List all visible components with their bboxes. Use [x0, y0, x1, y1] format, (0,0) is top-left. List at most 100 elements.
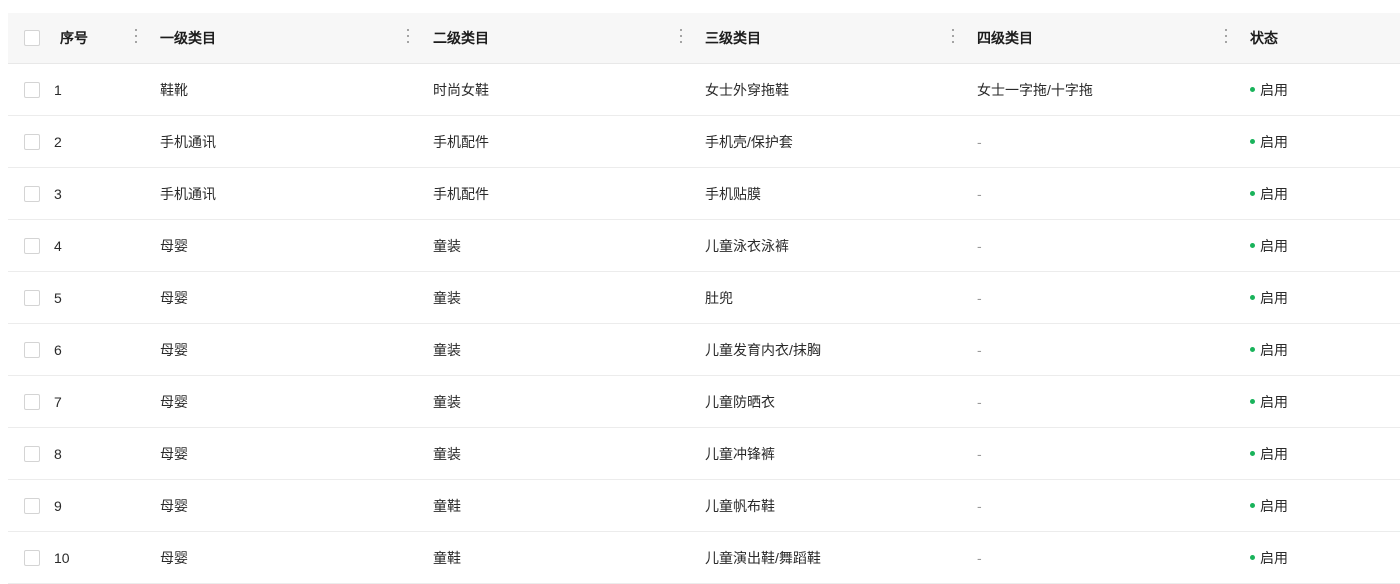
row-index: 2: [54, 133, 62, 150]
row-select-checkbox[interactable]: [24, 289, 40, 306]
column-resize-handle-icon[interactable]: [134, 29, 138, 43]
row-select-checkbox[interactable]: [24, 237, 40, 254]
status-dot-icon: [1250, 451, 1255, 456]
row-level1: 母婴: [160, 289, 188, 306]
status-dot-icon: [1250, 139, 1255, 144]
status-badge: 启用: [1250, 116, 1288, 167]
row-index: 8: [54, 445, 62, 462]
row-level4: -: [977, 393, 982, 410]
row-select-checkbox[interactable]: [24, 133, 40, 150]
status-label: 启用: [1260, 185, 1288, 202]
row-level2: 童装: [433, 341, 461, 358]
row-level1: 手机通讯: [160, 185, 216, 202]
table-row[interactable]: 8 母婴 童装 儿童冲锋裤 - 启用: [8, 428, 1400, 480]
row-level3: 儿童发育内衣/抹胸: [705, 341, 821, 358]
status-label: 启用: [1260, 133, 1288, 150]
row-level2: 童鞋: [433, 497, 461, 514]
row-level1: 母婴: [160, 497, 188, 514]
select-all-checkbox[interactable]: [24, 30, 40, 46]
row-level3: 儿童冲锋裤: [705, 445, 775, 462]
column-resize-handle-icon[interactable]: [1224, 29, 1228, 43]
table-row[interactable]: 9 母婴 童鞋 儿童帆布鞋 - 启用: [8, 480, 1400, 532]
row-level3: 肚兜: [705, 289, 733, 306]
table-row[interactable]: 5 母婴 童装 肚兜 - 启用: [8, 272, 1400, 324]
row-level3: 儿童防晒衣: [705, 393, 775, 410]
row-select-checkbox[interactable]: [24, 549, 40, 566]
row-index: 9: [54, 497, 62, 514]
row-level4: -: [977, 133, 982, 150]
row-level4: -: [977, 237, 982, 254]
column-resize-handle-icon[interactable]: [951, 29, 955, 43]
row-level1: 手机通讯: [160, 133, 216, 150]
row-level4: 女士一字拖/十字拖: [977, 81, 1093, 98]
row-select-checkbox[interactable]: [24, 185, 40, 202]
row-select-checkbox[interactable]: [24, 445, 40, 462]
row-level4: -: [977, 445, 982, 462]
status-dot-icon: [1250, 503, 1255, 508]
table-row[interactable]: 3 手机通讯 手机配件 手机贴膜 - 启用: [8, 168, 1400, 220]
status-dot-icon: [1250, 347, 1255, 352]
row-level1: 母婴: [160, 341, 188, 358]
status-dot-icon: [1250, 87, 1255, 92]
row-level1: 母婴: [160, 393, 188, 410]
table-row[interactable]: 4 母婴 童装 儿童泳衣泳裤 - 启用: [8, 220, 1400, 272]
table-row[interactable]: 10 母婴 童鞋 儿童演出鞋/舞蹈鞋 - 启用: [8, 532, 1400, 584]
category-table: 序号 一级类目 二级类目 三级类目 四级类目 状态 1 鞋靴 时尚女鞋 女士外穿拖鞋 女…: [8, 13, 1400, 584]
row-level2: 手机配件: [433, 133, 489, 150]
header-level1: 一级类目: [160, 30, 216, 46]
status-badge: 启用: [1250, 272, 1288, 323]
row-level3: 儿童泳衣泳裤: [705, 237, 789, 254]
row-level2: 童装: [433, 393, 461, 410]
header-status: 状态: [1250, 30, 1278, 46]
row-level4: -: [977, 341, 982, 358]
status-badge: 启用: [1250, 428, 1288, 479]
table-header: 序号 一级类目 二级类目 三级类目 四级类目 状态: [8, 13, 1400, 64]
row-level1: 母婴: [160, 237, 188, 254]
status-label: 启用: [1260, 445, 1288, 462]
row-index: 5: [54, 289, 62, 306]
row-level1: 母婴: [160, 549, 188, 566]
row-level2: 时尚女鞋: [433, 81, 489, 98]
table-row[interactable]: 6 母婴 童装 儿童发育内衣/抹胸 - 启用: [8, 324, 1400, 376]
column-resize-handle-icon[interactable]: [406, 29, 410, 43]
status-dot-icon: [1250, 399, 1255, 404]
row-level2: 童装: [433, 237, 461, 254]
header-level3: 三级类目: [705, 30, 761, 46]
row-index: 10: [54, 549, 70, 566]
status-badge: 启用: [1250, 220, 1288, 271]
row-index: 1: [54, 81, 62, 98]
table-row[interactable]: 7 母婴 童装 儿童防晒衣 - 启用: [8, 376, 1400, 428]
row-level4: -: [977, 497, 982, 514]
row-level2: 童鞋: [433, 549, 461, 566]
row-level3: 儿童演出鞋/舞蹈鞋: [705, 549, 821, 566]
header-level2: 二级类目: [433, 30, 489, 46]
row-index: 3: [54, 185, 62, 202]
status-label: 启用: [1260, 393, 1288, 410]
status-badge: 启用: [1250, 480, 1288, 531]
row-index: 4: [54, 237, 62, 254]
table-row[interactable]: 1 鞋靴 时尚女鞋 女士外穿拖鞋 女士一字拖/十字拖 启用: [8, 64, 1400, 116]
status-badge: 启用: [1250, 168, 1288, 219]
status-badge: 启用: [1250, 324, 1288, 375]
row-select-checkbox[interactable]: [24, 393, 40, 410]
row-index: 6: [54, 341, 62, 358]
row-select-checkbox[interactable]: [24, 497, 40, 514]
row-select-checkbox[interactable]: [24, 81, 40, 98]
row-level2: 手机配件: [433, 185, 489, 202]
status-label: 启用: [1260, 289, 1288, 306]
table-row[interactable]: 2 手机通讯 手机配件 手机壳/保护套 - 启用: [8, 116, 1400, 168]
row-level3: 手机贴膜: [705, 185, 761, 202]
row-level2: 童装: [433, 445, 461, 462]
status-dot-icon: [1250, 191, 1255, 196]
row-level2: 童装: [433, 289, 461, 306]
status-label: 启用: [1260, 341, 1288, 358]
column-resize-handle-icon[interactable]: [679, 29, 683, 43]
status-dot-icon: [1250, 295, 1255, 300]
status-label: 启用: [1260, 549, 1288, 566]
row-level1: 鞋靴: [160, 81, 188, 98]
row-level4: -: [977, 185, 982, 202]
row-level3: 手机壳/保护套: [705, 133, 793, 150]
row-select-checkbox[interactable]: [24, 341, 40, 358]
row-index: 7: [54, 393, 62, 410]
status-label: 启用: [1260, 497, 1288, 514]
